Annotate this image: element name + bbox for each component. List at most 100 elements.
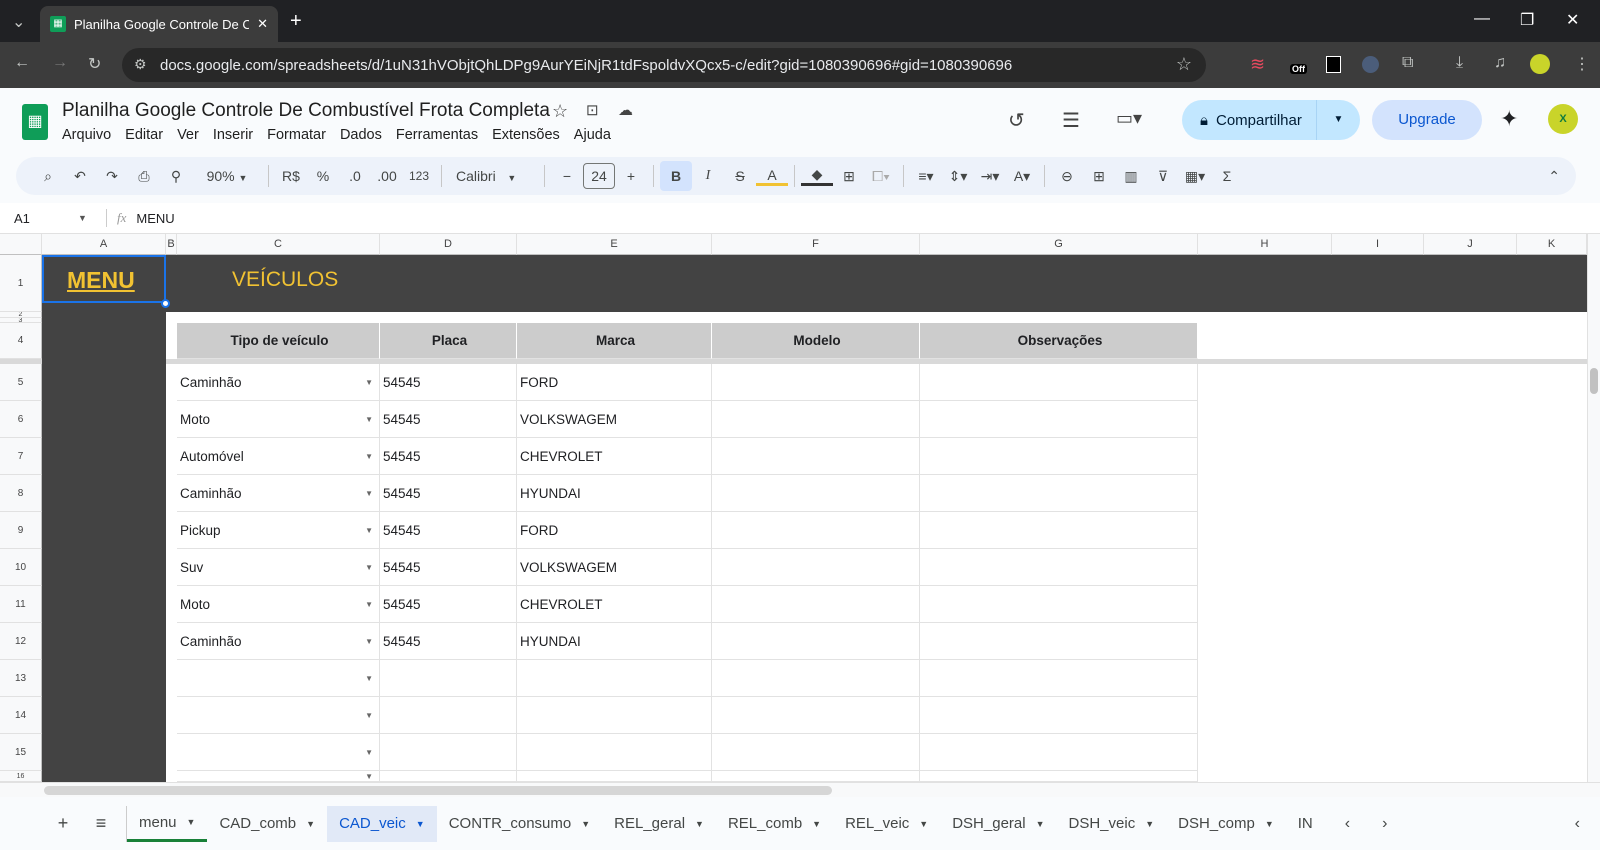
data-cell[interactable]: 54545 bbox=[380, 586, 517, 623]
data-cell[interactable] bbox=[712, 401, 920, 438]
menu-link[interactable]: MENU bbox=[67, 267, 135, 294]
media-control-icon[interactable]: ♫ bbox=[1494, 54, 1506, 72]
vehicle-type-dropdown[interactable]: ▼ bbox=[177, 697, 380, 734]
sheet-tab-rel_geral[interactable]: REL_geral ▼ bbox=[602, 806, 716, 842]
column-header-J[interactable]: J bbox=[1424, 234, 1517, 255]
row-header-1[interactable]: 1 bbox=[0, 255, 42, 312]
restore-icon[interactable]: ❐ bbox=[1520, 10, 1534, 30]
row-header-8[interactable]: 8 bbox=[0, 475, 42, 512]
column-header-D[interactable]: D bbox=[380, 234, 517, 255]
move-folder-icon[interactable]: ⊡ bbox=[586, 101, 599, 119]
row-header-10[interactable]: 10 bbox=[0, 549, 42, 586]
text-wrap-icon[interactable]: ⇥▾ bbox=[974, 168, 1006, 185]
vehicle-type-dropdown[interactable]: Moto ▼ bbox=[177, 401, 380, 438]
vertical-scroll-thumb[interactable] bbox=[1590, 368, 1598, 394]
vehicle-type-dropdown[interactable]: Caminhão ▼ bbox=[177, 475, 380, 512]
merge-cells-icon[interactable]: ⧠▾ bbox=[865, 168, 897, 185]
menu-ferramentas[interactable]: Ferramentas bbox=[396, 127, 478, 143]
column-header-G[interactable]: G bbox=[920, 234, 1198, 255]
sheet-tab-in[interactable]: IN bbox=[1286, 806, 1325, 842]
gemini-icon[interactable]: ✦ bbox=[1500, 106, 1518, 132]
sheet-tab-menu[interactable]: menu ▼ bbox=[127, 806, 208, 842]
row-header-6[interactable]: 6 bbox=[0, 401, 42, 438]
collapse-toolbar-icon[interactable]: ⌃ bbox=[1548, 168, 1560, 185]
vehicle-type-dropdown[interactable]: ▼ bbox=[177, 734, 380, 771]
close-tab-icon[interactable]: ✕ bbox=[257, 16, 268, 32]
vehicle-type-dropdown[interactable]: Moto ▼ bbox=[177, 586, 380, 623]
insert-chart-icon[interactable]: ▥ bbox=[1115, 168, 1147, 185]
redo-icon[interactable]: ↷ bbox=[96, 168, 128, 185]
vehicle-type-dropdown[interactable]: Caminhão ▼ bbox=[177, 364, 380, 401]
site-info-icon[interactable]: ⚙ bbox=[134, 56, 147, 73]
data-cell[interactable] bbox=[517, 771, 712, 782]
sheet-tab-cad_comb[interactable]: CAD_comb ▼ bbox=[207, 806, 327, 842]
data-cell[interactable] bbox=[712, 364, 920, 401]
filter-icon[interactable]: ⊽ bbox=[1147, 168, 1179, 185]
data-cell[interactable] bbox=[712, 549, 920, 586]
column-header-B[interactable]: B bbox=[166, 234, 177, 255]
dropdown-arrow-icon[interactable]: ▼ bbox=[365, 378, 373, 387]
borders-icon[interactable]: ⊞ bbox=[833, 168, 865, 185]
dropdown-arrow-icon[interactable]: ▼ bbox=[365, 563, 373, 572]
data-cell[interactable] bbox=[517, 734, 712, 771]
all-sheets-icon[interactable]: ≡ bbox=[76, 813, 126, 834]
share-dropdown-icon[interactable]: ▼ bbox=[1316, 100, 1360, 140]
dropdown-arrow-icon[interactable]: ▼ bbox=[365, 711, 373, 720]
profile-avatar[interactable] bbox=[1530, 54, 1550, 74]
row-header-13[interactable]: 13 bbox=[0, 660, 42, 697]
data-cell[interactable]: 54545 bbox=[380, 401, 517, 438]
dropdown-arrow-icon[interactable]: ▼ bbox=[365, 489, 373, 498]
dropdown-arrow-icon[interactable]: ▼ bbox=[365, 637, 373, 646]
tab-search-icon[interactable]: ⌄ bbox=[12, 12, 25, 32]
sheet-tab-contr_consumo[interactable]: CONTR_consumo ▼ bbox=[437, 806, 602, 842]
data-cell[interactable]: CHEVROLET bbox=[517, 586, 712, 623]
percent-format-button[interactable]: % bbox=[307, 168, 339, 184]
sheet-tab-menu-icon[interactable]: ▼ bbox=[1265, 819, 1274, 829]
sheet-tab-menu-icon[interactable]: ▼ bbox=[1036, 819, 1045, 829]
row-header-11[interactable]: 11 bbox=[0, 586, 42, 623]
extension-off-badge[interactable]: Off bbox=[1290, 64, 1307, 74]
row-header-7[interactable]: 7 bbox=[0, 438, 42, 475]
column-header-K[interactable]: K bbox=[1517, 234, 1587, 255]
row-header-15[interactable]: 15 bbox=[0, 734, 42, 771]
data-cell[interactable] bbox=[712, 586, 920, 623]
menu-formatar[interactable]: Formatar bbox=[267, 127, 326, 143]
selection-handle[interactable] bbox=[161, 299, 170, 308]
data-cell[interactable]: 54545 bbox=[380, 364, 517, 401]
menu-dados[interactable]: Dados bbox=[340, 127, 382, 143]
horizontal-scrollbar[interactable] bbox=[0, 782, 1600, 797]
comments-icon[interactable]: ☰ bbox=[1062, 108, 1080, 133]
data-cell[interactable] bbox=[517, 697, 712, 734]
row-header-16[interactable]: 16 bbox=[0, 771, 42, 782]
data-cell[interactable] bbox=[920, 364, 1198, 401]
increase-font-size-icon[interactable]: + bbox=[615, 168, 647, 184]
share-button[interactable]: 🔒︎ Compartilhar ▼ bbox=[1182, 100, 1360, 140]
bookmark-star-icon[interactable]: ☆ bbox=[1176, 54, 1192, 75]
data-cell[interactable]: VOLKSWAGEM bbox=[517, 401, 712, 438]
column-header-A[interactable]: A bbox=[42, 234, 166, 255]
account-avatar[interactable]: X bbox=[1548, 104, 1578, 134]
data-cell[interactable] bbox=[920, 623, 1198, 660]
web-extension-icon[interactable] bbox=[1362, 56, 1379, 73]
document-title[interactable]: Planilha Google Controle De Combustível … bbox=[62, 100, 550, 122]
row-header-12[interactable]: 12 bbox=[0, 623, 42, 660]
text-rotation-icon[interactable]: A▾ bbox=[1006, 168, 1038, 185]
bold-icon[interactable]: B bbox=[660, 161, 692, 191]
italic-icon[interactable]: I bbox=[692, 168, 724, 184]
sheet-tab-dsh_comp[interactable]: DSH_comp ▼ bbox=[1166, 806, 1286, 842]
data-cell[interactable] bbox=[920, 401, 1198, 438]
vehicle-type-dropdown[interactable]: Automóvel ▼ bbox=[177, 438, 380, 475]
sheet-tab-menu-icon[interactable]: ▼ bbox=[695, 819, 704, 829]
sheet-tab-rel_veic[interactable]: REL_veic ▼ bbox=[833, 806, 940, 842]
sheet-tab-menu-icon[interactable]: ▼ bbox=[919, 819, 928, 829]
sheets-logo-icon[interactable]: ▦ bbox=[22, 104, 48, 140]
version-history-icon[interactable]: ↺ bbox=[1008, 108, 1025, 133]
sheet-tab-dsh_geral[interactable]: DSH_geral ▼ bbox=[940, 806, 1056, 842]
reload-icon[interactable]: ↻ bbox=[88, 54, 101, 74]
scroll-tabs-right-icon[interactable]: › bbox=[1382, 815, 1387, 833]
decrease-font-size-icon[interactable]: − bbox=[551, 168, 583, 184]
insert-comment-icon[interactable]: ⊞ bbox=[1083, 168, 1115, 185]
dropdown-arrow-icon[interactable]: ▼ bbox=[365, 452, 373, 461]
dropdown-arrow-icon[interactable]: ▼ bbox=[365, 415, 373, 424]
data-cell[interactable]: VOLKSWAGEM bbox=[517, 549, 712, 586]
